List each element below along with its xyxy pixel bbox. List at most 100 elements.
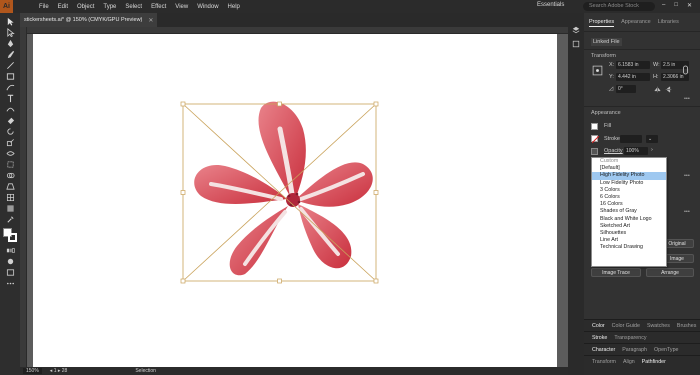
layers-icon[interactable] [572, 26, 580, 34]
preset-option-default[interactable]: [Default] [592, 165, 666, 172]
color-panel-group: Color Color Guide Swatches Brushes [584, 319, 700, 331]
tab-paragraph[interactable]: Paragraph [622, 347, 647, 353]
eyedropper-icon[interactable] [4, 214, 16, 224]
tab-properties[interactable]: Properties [589, 19, 615, 27]
rectangle-icon[interactable] [4, 71, 16, 81]
flip-vertical-icon[interactable] [665, 86, 672, 93]
shaper-icon[interactable] [4, 82, 16, 92]
direct-selection-tool-icon[interactable] [4, 27, 16, 37]
x-position-field[interactable]: 6.1583 in [616, 61, 650, 69]
tab-appearance[interactable]: Appearance [621, 19, 651, 27]
scale-icon[interactable] [4, 137, 16, 147]
preset-option-6-colors[interactable]: 6 Colors [592, 194, 666, 201]
tab-character[interactable]: Character [592, 347, 615, 353]
tab-swatches[interactable]: Swatches [647, 323, 670, 329]
selection-tool-icon[interactable] [4, 16, 16, 26]
width-icon[interactable] [4, 148, 16, 158]
screen-mode-icon[interactable] [4, 267, 16, 277]
search-stock-input[interactable]: Search Adobe Stock [583, 2, 655, 11]
menu-window[interactable]: Window [197, 4, 218, 10]
preset-option-silhouettes[interactable]: Silhouettes [592, 230, 666, 237]
image-trace-button[interactable]: Image Trace [591, 268, 641, 277]
free-transform-icon[interactable] [4, 159, 16, 169]
tab-align[interactable]: Align [623, 359, 635, 365]
curvature-icon[interactable] [4, 104, 16, 114]
type-icon[interactable] [4, 93, 16, 103]
tab-transform[interactable]: Transform [592, 359, 616, 365]
menu-select[interactable]: Select [125, 4, 142, 10]
mesh-icon[interactable] [4, 192, 16, 202]
reference-point-icon[interactable] [592, 65, 603, 76]
document-tab[interactable]: stickersheets.ai* @ 150% (CMYK/GPU Previ… [20, 13, 158, 27]
preset-option-custom[interactable]: Custom [592, 158, 666, 165]
color-mode-icon[interactable] [4, 245, 16, 255]
eraser-icon[interactable] [4, 115, 16, 125]
close-icon[interactable]: ✕ [148, 17, 153, 24]
libraries-icon[interactable] [572, 40, 580, 48]
preset-option-shades-of-gray[interactable]: Shades of Gray [592, 208, 666, 215]
menu-file[interactable]: File [39, 4, 49, 10]
quick-actions-more-options[interactable]: ••• [684, 209, 690, 215]
canvas[interactable] [27, 34, 568, 367]
pen-icon[interactable] [4, 38, 16, 48]
opacity-label[interactable]: Opacity [604, 148, 623, 154]
draw-mode-icon[interactable] [4, 256, 16, 266]
stroke-weight-field[interactable] [620, 135, 642, 143]
opacity-icon [591, 148, 598, 155]
perspective-icon[interactable] [4, 181, 16, 191]
tab-pathfinder[interactable]: Pathfinder [642, 359, 666, 365]
artboard-navigator[interactable]: ◂ 1 ▸ 28 [50, 368, 68, 374]
menu-effect[interactable]: Effect [151, 4, 166, 10]
vertical-ruler[interactable] [20, 27, 27, 367]
menu-type[interactable]: Type [103, 4, 116, 10]
tab-opentype[interactable]: OpenType [654, 347, 678, 353]
placed-image[interactable] [33, 34, 557, 367]
preset-option-black-and-white-logo[interactable]: Black and White Logo [592, 216, 666, 223]
tab-transparency[interactable]: Transparency [614, 335, 646, 341]
transform-more-options[interactable]: ••• [684, 96, 690, 102]
opacity-chevron-icon[interactable]: › [651, 147, 653, 153]
tab-color-guide[interactable]: Color Guide [612, 323, 640, 329]
preset-option-low-fidelity-photo[interactable]: Low Fidelity Photo [592, 180, 666, 187]
y-position-field[interactable]: 4.442 in [616, 73, 650, 81]
preset-option-high-fidelity-photo[interactable]: High Fidelity Photo [592, 172, 666, 180]
tab-libraries[interactable]: Libraries [658, 19, 679, 27]
tab-color[interactable]: Color [592, 323, 605, 329]
fill-stroke-icon[interactable] [3, 228, 17, 242]
flip-horizontal-icon[interactable] [654, 86, 661, 93]
constrain-proportions-icon[interactable] [682, 65, 689, 75]
tab-brushes[interactable]: Brushes [677, 323, 696, 329]
arrange-button[interactable]: Arrange [646, 268, 694, 277]
line-icon[interactable] [4, 60, 16, 70]
opacity-field[interactable]: 100% [624, 147, 648, 155]
preset-option-16-colors[interactable]: 16 Colors [592, 201, 666, 208]
edit-toolbar-icon[interactable] [4, 278, 16, 288]
close-window-button[interactable]: ✕ [687, 2, 692, 9]
appearance-more-options[interactable]: ••• [684, 173, 690, 179]
preset-option-3-colors[interactable]: 3 Colors [592, 187, 666, 194]
preset-option-sketched-art[interactable]: Sketched Art [592, 223, 666, 230]
fill-swatch[interactable] [591, 123, 598, 130]
stroke-weight-dropdown[interactable]: ⌄ [646, 135, 658, 143]
stroke-label: Stroke [604, 136, 620, 142]
menu-edit[interactable]: Edit [58, 4, 68, 10]
minimize-button[interactable]: – [662, 2, 665, 9]
menu-help[interactable]: Help [228, 4, 240, 10]
rotate-angle-field[interactable]: 0° [616, 85, 636, 93]
shape-builder-icon[interactable] [4, 170, 16, 180]
appearance-section-title: Appearance [591, 110, 621, 116]
maximize-button[interactable]: □ [674, 2, 678, 9]
zoom-level[interactable]: 150% [23, 368, 42, 374]
workspace-switcher[interactable]: Essentials [537, 2, 564, 8]
stroke-swatch[interactable] [591, 135, 599, 143]
preset-option-technical-drawing[interactable]: Technical Drawing [592, 244, 666, 251]
horizontal-ruler[interactable] [20, 27, 568, 34]
menu-object[interactable]: Object [77, 4, 94, 10]
paintbrush-icon[interactable] [4, 49, 16, 59]
menu-view[interactable]: View [175, 4, 188, 10]
artboard[interactable] [33, 34, 557, 367]
preset-option-line-art[interactable]: Line Art [592, 237, 666, 244]
tab-stroke[interactable]: Stroke [592, 335, 607, 341]
gradient-icon[interactable] [4, 203, 16, 213]
rotate-icon[interactable] [4, 126, 16, 136]
